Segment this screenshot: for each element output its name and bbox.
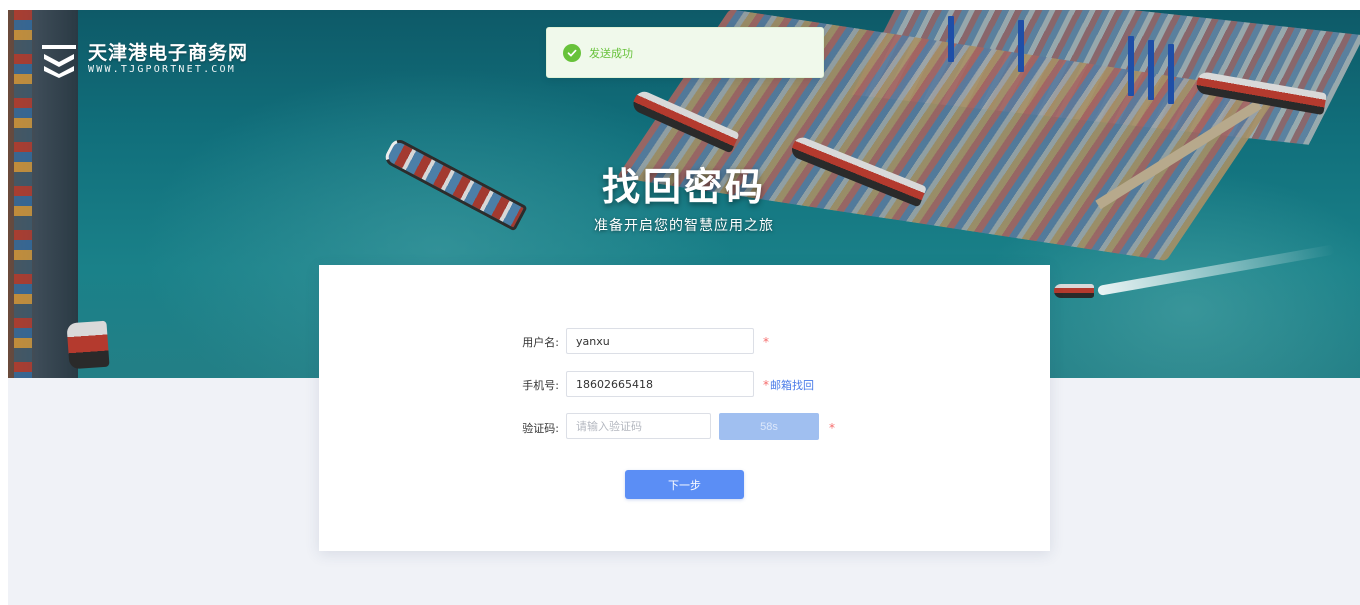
toast-message: 发送成功 [589, 46, 633, 60]
username-required-mark: * [763, 335, 769, 349]
check-circle-icon [563, 43, 581, 62]
page-title: 找回密码 [601, 165, 766, 209]
crane-decoration [1168, 44, 1174, 104]
phone-input[interactable] [566, 371, 754, 397]
find-password-page: 天津港电子商务网 WWW.TJGPORTNET.COM 找回密码 准备开启您的智… [8, 10, 1360, 605]
phone-label: 手机号: [522, 379, 559, 392]
username-label: 用户名: [522, 336, 559, 349]
crane-decoration [1018, 20, 1024, 72]
username-input[interactable] [566, 328, 754, 354]
crane-decoration [1148, 40, 1154, 100]
find-password-form: 用户名: * 手机号: * 邮箱找回 验证码: 58s * 下一步 [319, 265, 1050, 551]
code-required-mark: * [829, 421, 835, 435]
email-recovery-link[interactable]: 邮箱找回 [770, 377, 814, 393]
brand-mark-icon [42, 45, 76, 78]
crane-decoration [1128, 36, 1134, 96]
brand-url: WWW.TJGPORTNET.COM [88, 64, 236, 75]
tugboat-decoration [66, 320, 110, 370]
page-subtitle: 准备开启您的智慧应用之旅 [594, 218, 774, 234]
phone-required-mark: * [763, 378, 769, 392]
brand-name: 天津港电子商务网 [88, 42, 249, 64]
success-toast: 发送成功 [546, 27, 824, 78]
boat-decoration [1054, 284, 1094, 298]
next-step-button[interactable]: 下一步 [625, 470, 744, 499]
verification-code-input[interactable] [566, 413, 711, 439]
code-label: 验证码: [522, 422, 559, 435]
send-code-countdown-button[interactable]: 58s [719, 413, 819, 440]
crane-decoration [948, 16, 954, 62]
brand-logo[interactable]: 天津港电子商务网 WWW.TJGPORTNET.COM [40, 40, 248, 78]
